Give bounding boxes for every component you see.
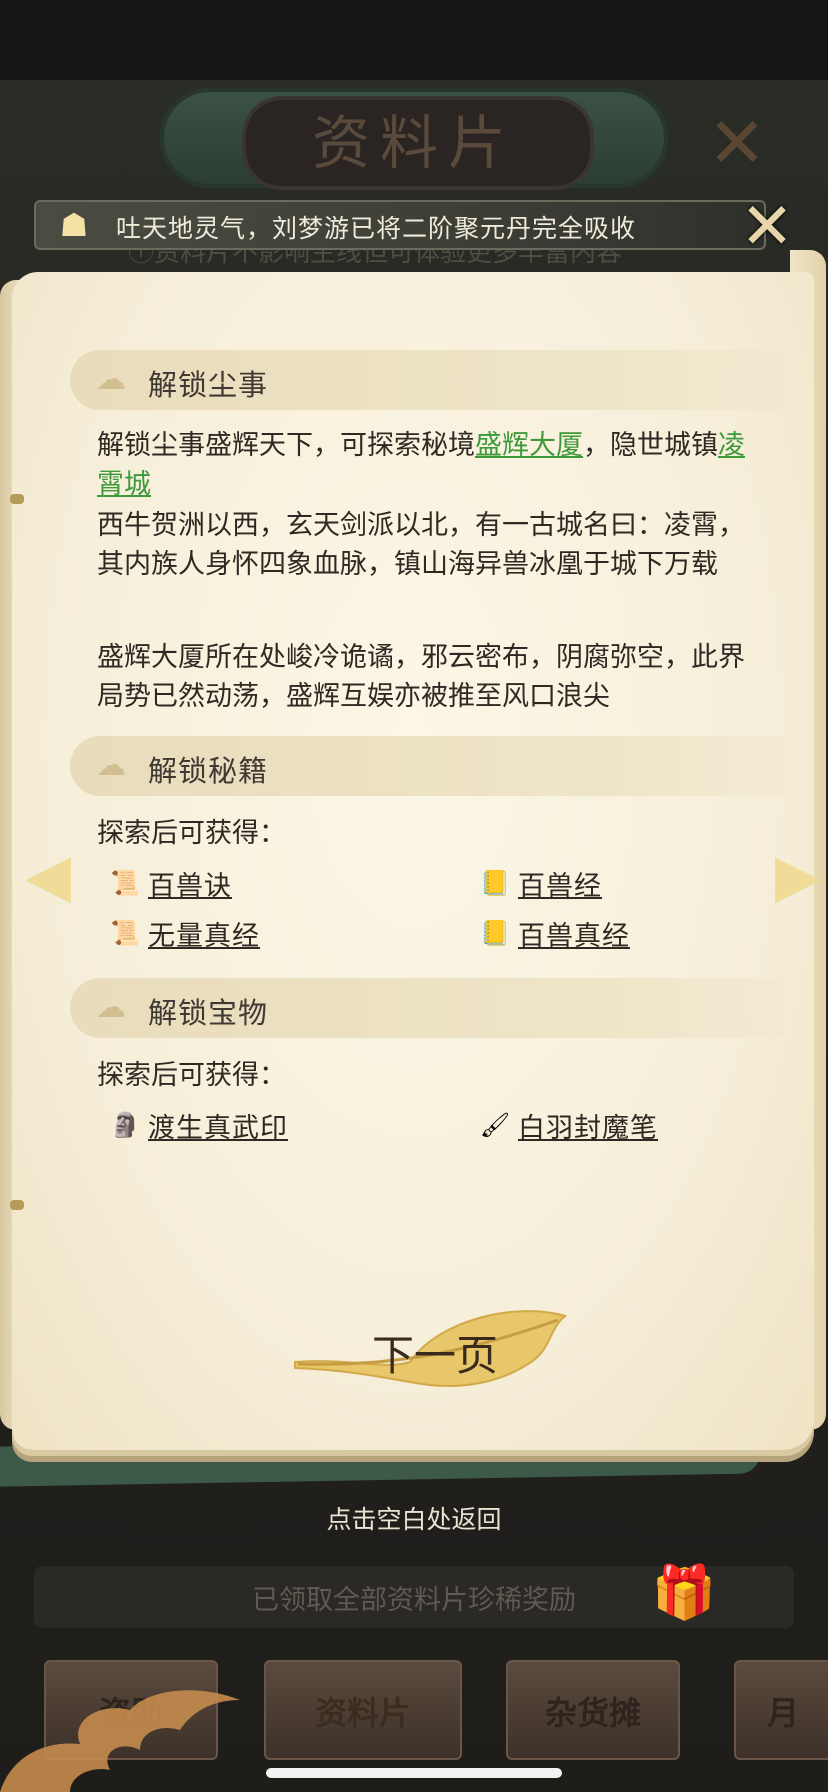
notification-toast: ☗ 吐天地灵气，刘梦游已将二阶聚元丹完全吸收 <box>34 200 766 250</box>
seal-icon: 🗿 <box>110 1111 140 1139</box>
tab-month[interactable]: 月 <box>734 1660 828 1760</box>
tab-label: 资料片 <box>314 1694 411 1732</box>
link-shenghui-tower[interactable]: 盛辉大厦 <box>475 430 583 461</box>
cloud-lock-icon: ☗ <box>59 206 89 244</box>
cloud-swirl-icon: ☁ <box>96 362 126 397</box>
notification-text: 吐天地灵气，刘梦游已将二阶聚元丹完全吸收 <box>116 214 637 243</box>
book-pin <box>10 1200 24 1210</box>
next-page-label: 下一页 <box>371 1331 498 1380</box>
scroll-book-icon: 📜 <box>110 869 140 897</box>
dust-paragraph-2: 西牛贺洲以西，玄天剑派以北，有一古城名曰：凌霄，其内族人身怀四象血脉，镇山海异兽… <box>97 510 745 580</box>
treasure-item[interactable]: 🗿 渡生真武印 <box>108 1106 288 1144</box>
book-icon: 📒 <box>480 919 510 947</box>
next-page-button[interactable]: 下一页 <box>290 1300 570 1400</box>
section-title: 解锁尘事 <box>148 368 269 402</box>
section-title: 解锁秘籍 <box>148 754 269 788</box>
book-icon: 📒 <box>480 869 510 897</box>
section-title: 解锁宝物 <box>148 996 269 1030</box>
item-label: 百兽经 <box>518 870 602 902</box>
gift-box-icon[interactable]: 🎁 <box>650 1558 718 1628</box>
tab-expansion[interactable]: 资料片 <box>264 1660 462 1760</box>
title-banner: 资料片 <box>160 78 668 198</box>
treasures-intro: 探索后可获得： <box>97 1060 286 1091</box>
status-bar-area <box>0 0 828 80</box>
brush-icon: 🖌 <box>479 1111 511 1139</box>
secret-item[interactable]: 📒 百兽真经 <box>478 914 630 952</box>
dust-paragraph-1: 解锁尘事盛辉天下，可探索秘境盛辉大厦，隐世城镇凌霄城 <box>97 426 767 504</box>
dust-paragraph-3: 盛辉大厦所在处峻冷诡谲，邪云密布，阴腐弥空，此界局势已然动荡，盛辉互娱亦被推至风… <box>97 642 745 712</box>
section-header-dust: ☁ 解锁尘事 <box>70 350 784 410</box>
dust-text-mid: ，隐世城镇 <box>583 430 718 461</box>
prev-arrow-icon[interactable]: ◀ <box>22 838 74 914</box>
scroll-bundle-icon: 📜 <box>110 919 140 947</box>
cloud-swirl-decoration-icon <box>0 1690 240 1792</box>
cloud-swirl-icon: ☁ <box>96 990 126 1025</box>
dust-text-prefix: 解锁尘事盛辉天下，可探索秘境 <box>97 430 475 461</box>
item-label: 渡生真武印 <box>148 1112 288 1144</box>
item-label: 百兽真经 <box>518 920 630 952</box>
secret-item[interactable]: 📜 无量真经 <box>108 914 260 952</box>
secrets-intro: 探索后可获得： <box>97 818 286 849</box>
cloud-swirl-icon: ☁ <box>96 748 126 783</box>
tap-to-return-hint: 点击空白处返回 <box>326 1505 502 1534</box>
section-header-secrets: ☁ 解锁秘籍 <box>70 736 784 796</box>
close-icon[interactable]: ✕ <box>738 195 796 259</box>
item-label: 百兽诀 <box>148 870 232 902</box>
tab-shop[interactable]: 杂货摊 <box>506 1660 680 1760</box>
tab-label: 月 <box>766 1694 799 1732</box>
secret-item[interactable]: 📒 百兽经 <box>478 864 602 902</box>
page-title: 资料片 <box>311 109 516 177</box>
section-header-treasures: ☁ 解锁宝物 <box>70 978 784 1038</box>
next-arrow-icon[interactable]: ▶ <box>772 838 824 914</box>
home-indicator[interactable] <box>266 1768 562 1778</box>
item-label: 无量真经 <box>148 920 260 952</box>
close-icon-background: ✕ <box>707 102 767 184</box>
item-label: 白羽封魔笔 <box>518 1112 658 1144</box>
secret-item[interactable]: 📜 百兽诀 <box>108 864 232 902</box>
treasure-item[interactable]: 🖌 白羽封魔笔 <box>478 1106 658 1144</box>
tab-label: 杂货摊 <box>544 1694 641 1732</box>
book-pin <box>10 494 24 504</box>
